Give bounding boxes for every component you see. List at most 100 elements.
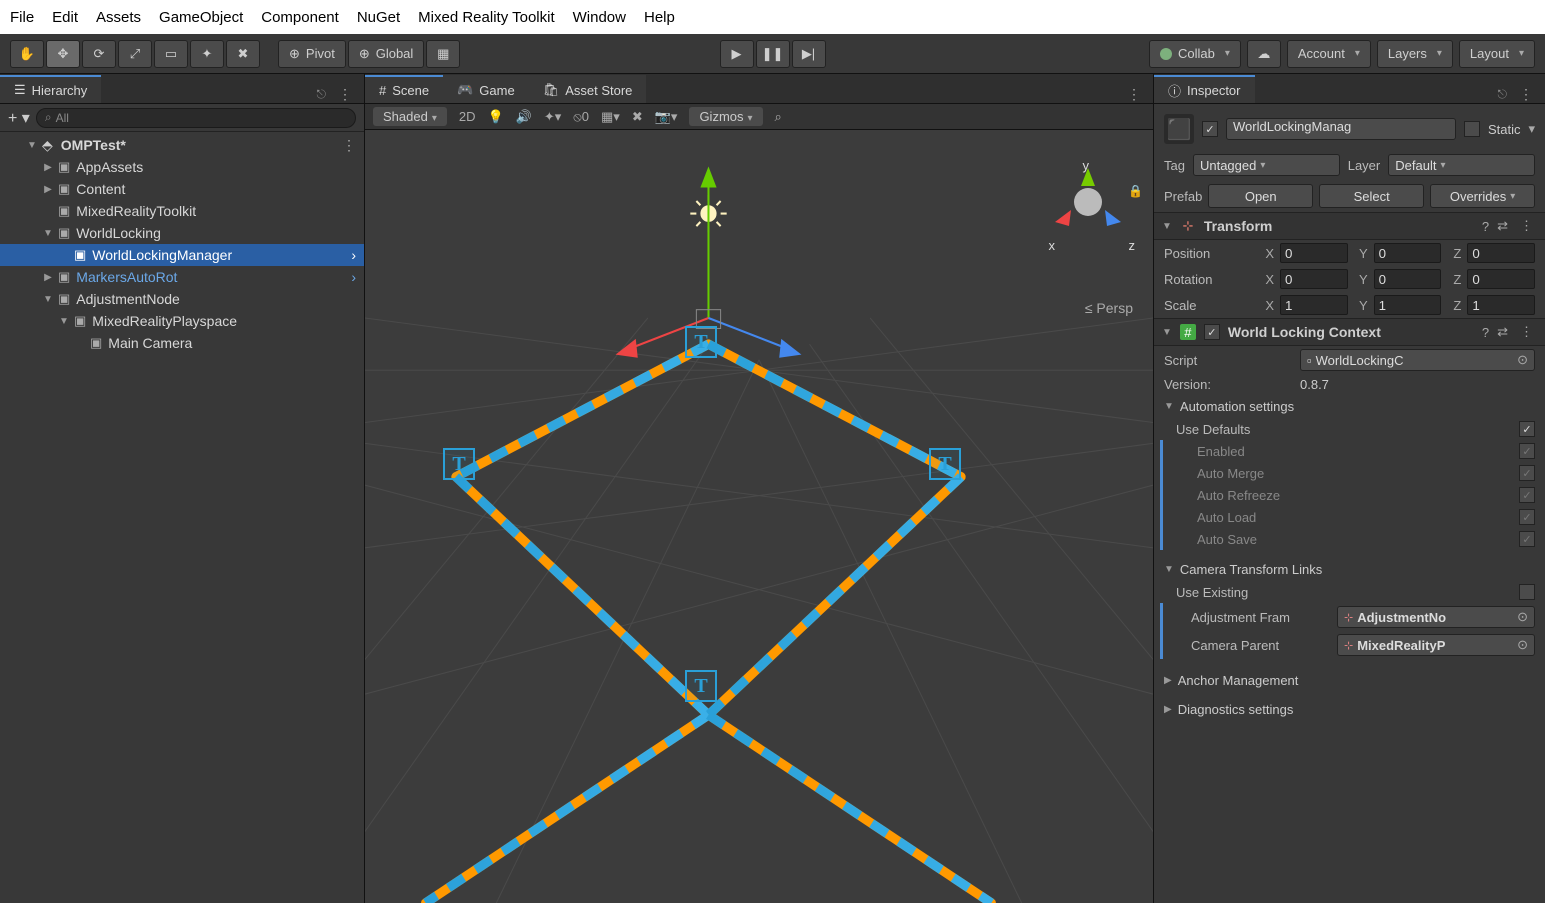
inspector-tab[interactable]: ⓘInspector <box>1154 75 1255 103</box>
search-icon[interactable]: ⌕ <box>775 109 782 125</box>
rotate-tool[interactable]: ⟳ <box>82 40 116 68</box>
gizmos-dropdown[interactable]: Gizmos <box>689 107 762 126</box>
node-appassets[interactable]: ▶▣AppAssets <box>0 156 364 178</box>
adjustment-frame-field[interactable]: ⊹AdjustmentNo⊙ <box>1337 606 1535 628</box>
prefab-select-button[interactable]: Select <box>1319 184 1424 208</box>
menu-file[interactable]: File <box>10 9 34 26</box>
global-toggle[interactable]: ⊕ Global <box>348 40 424 68</box>
gameobject-name-field[interactable]: WorldLockingManag <box>1226 118 1456 140</box>
lock-icon[interactable]: ⎋ <box>317 87 327 102</box>
diagnostics-header[interactable]: ▶Diagnostics settings <box>1154 698 1545 721</box>
component-menu-icon[interactable]: ⋮ <box>1516 218 1537 234</box>
component-menu-icon[interactable]: ⋮ <box>1516 324 1537 340</box>
light-icon[interactable]: 💡 <box>487 109 503 125</box>
rect-tool[interactable]: ▭ <box>154 40 188 68</box>
panel-menu-icon[interactable]: ⋮ <box>1123 86 1145 103</box>
node-content[interactable]: ▶▣Content <box>0 178 364 200</box>
account-dropdown[interactable]: Account <box>1287 40 1371 68</box>
collab-dropdown[interactable]: Collab <box>1149 40 1241 68</box>
menu-help[interactable]: Help <box>644 9 675 26</box>
panel-menu-icon[interactable]: ⋮ <box>334 86 356 103</box>
node-worldlocking[interactable]: ▼▣WorldLocking <box>0 222 364 244</box>
scene-viewport[interactable]: T T T T ≤ Persp 🔒 y x z <box>365 130 1153 903</box>
tag-dropdown[interactable]: Untagged <box>1193 154 1340 176</box>
help-icon[interactable]: ? <box>1482 219 1489 234</box>
scale-z[interactable] <box>1467 295 1535 315</box>
menu-edit[interactable]: Edit <box>52 9 78 26</box>
move-tool[interactable]: ✥ <box>46 40 80 68</box>
audio-icon[interactable]: 🔊 <box>516 109 532 125</box>
fx-icon[interactable]: ✦▾ <box>544 109 561 125</box>
pos-y[interactable] <box>1374 243 1442 263</box>
step-button[interactable]: ▶| <box>792 40 826 68</box>
transform-tool[interactable]: ✦ <box>190 40 224 68</box>
node-wlm[interactable]: ▣WorldLockingManager› <box>0 244 364 266</box>
node-mrtk[interactable]: ▣MixedRealityToolkit <box>0 200 364 222</box>
menu-gameobject[interactable]: GameObject <box>159 9 243 26</box>
camlinks-header[interactable]: ▼Camera Transform Links <box>1154 558 1545 581</box>
node-playspace[interactable]: ▼▣MixedRealityPlayspace <box>0 310 364 332</box>
shading-mode-dropdown[interactable]: Shaded <box>373 107 447 126</box>
prefab-overrides-button[interactable]: Overrides <box>1430 184 1535 208</box>
hidden-icon[interactable]: ⦸0 <box>573 109 589 125</box>
camera-parent-field[interactable]: ⊹MixedRealityP⊙ <box>1337 634 1535 656</box>
menu-mrtk[interactable]: Mixed Reality Toolkit <box>418 9 554 26</box>
menu-assets[interactable]: Assets <box>96 9 141 26</box>
rot-z[interactable] <box>1467 269 1535 289</box>
use-existing-checkbox[interactable] <box>1519 584 1535 600</box>
prefab-open-button[interactable]: Open <box>1208 184 1313 208</box>
play-button[interactable]: ▶ <box>720 40 754 68</box>
layout-dropdown[interactable]: Layout <box>1459 40 1535 68</box>
active-checkbox[interactable] <box>1202 121 1218 137</box>
lock-icon[interactable]: ⎋ <box>1498 87 1508 102</box>
pause-button[interactable]: ❚❚ <box>756 40 790 68</box>
grid-icon[interactable]: ▦▾ <box>601 109 620 125</box>
custom-tool[interactable]: ✖ <box>226 40 260 68</box>
camera-icon[interactable]: 📷▾ <box>655 109 678 125</box>
snap-toggle[interactable]: ▦ <box>426 40 460 68</box>
hierarchy-tab[interactable]: ☰Hierarchy <box>0 75 101 103</box>
automation-header[interactable]: ▼Automation settings <box>1154 395 1545 418</box>
transform-header[interactable]: ▼ ⊹ Transform ? ⇄ ⋮ <box>1154 212 1545 240</box>
wlc-header[interactable]: ▼ # World Locking Context ? ⇄ ⋮ <box>1154 318 1545 346</box>
game-tab[interactable]: 🎮Game <box>443 75 529 103</box>
anchor-mgmt-header[interactable]: ▶Anchor Management <box>1154 669 1545 692</box>
menu-nuget[interactable]: NuGet <box>357 9 400 26</box>
layer-dropdown[interactable]: Default <box>1388 154 1535 176</box>
pivot-toggle[interactable]: ⊕ Pivot <box>278 40 346 68</box>
hierarchy-search[interactable]: ⌕All <box>36 108 356 128</box>
menu-component[interactable]: Component <box>261 9 339 26</box>
scale-x[interactable] <box>1280 295 1348 315</box>
node-markers[interactable]: ▶▣MarkersAutoRot› <box>0 266 364 288</box>
layers-dropdown[interactable]: Layers <box>1377 40 1453 68</box>
rot-y[interactable] <box>1374 269 1442 289</box>
hand-tool[interactable]: ✋ <box>10 40 44 68</box>
orientation-gizmo[interactable] <box>1043 160 1133 250</box>
pos-x[interactable] <box>1280 243 1348 263</box>
use-defaults-checkbox[interactable] <box>1519 421 1535 437</box>
node-adjustment[interactable]: ▼▣AdjustmentNode <box>0 288 364 310</box>
object-picker-icon[interactable]: ⊙ <box>1517 609 1528 625</box>
scene-root[interactable]: ▼⬘OMPTest*⋮ <box>0 134 364 156</box>
preset-icon[interactable]: ⇄ <box>1497 218 1508 234</box>
preset-icon[interactable]: ⇄ <box>1497 324 1508 340</box>
menu-window[interactable]: Window <box>573 9 626 26</box>
toggle-2d[interactable]: 2D <box>459 109 476 124</box>
scene-menu-icon[interactable]: ⋮ <box>338 137 364 154</box>
object-picker-icon[interactable]: ⊙ <box>1517 637 1528 653</box>
scale-tool[interactable]: ⤢ <box>118 40 152 68</box>
tools-icon[interactable]: ✖ <box>632 109 643 125</box>
help-icon[interactable]: ? <box>1482 325 1489 340</box>
wlc-enable-checkbox[interactable] <box>1204 324 1220 340</box>
cloud-button[interactable]: ☁ <box>1247 40 1281 68</box>
asset-store-tab[interactable]: 🛍Asset Store <box>529 75 647 103</box>
rot-x[interactable] <box>1280 269 1348 289</box>
panel-menu-icon[interactable]: ⋮ <box>1515 86 1537 103</box>
static-checkbox[interactable] <box>1464 121 1480 137</box>
gameobject-icon[interactable]: ⬛ <box>1164 114 1194 144</box>
create-dropdown[interactable]: + ▾ <box>8 108 30 128</box>
pos-z[interactable] <box>1467 243 1535 263</box>
scale-y[interactable] <box>1374 295 1442 315</box>
node-maincamera[interactable]: ▣Main Camera <box>0 332 364 354</box>
scene-tab[interactable]: #Scene <box>365 75 443 103</box>
